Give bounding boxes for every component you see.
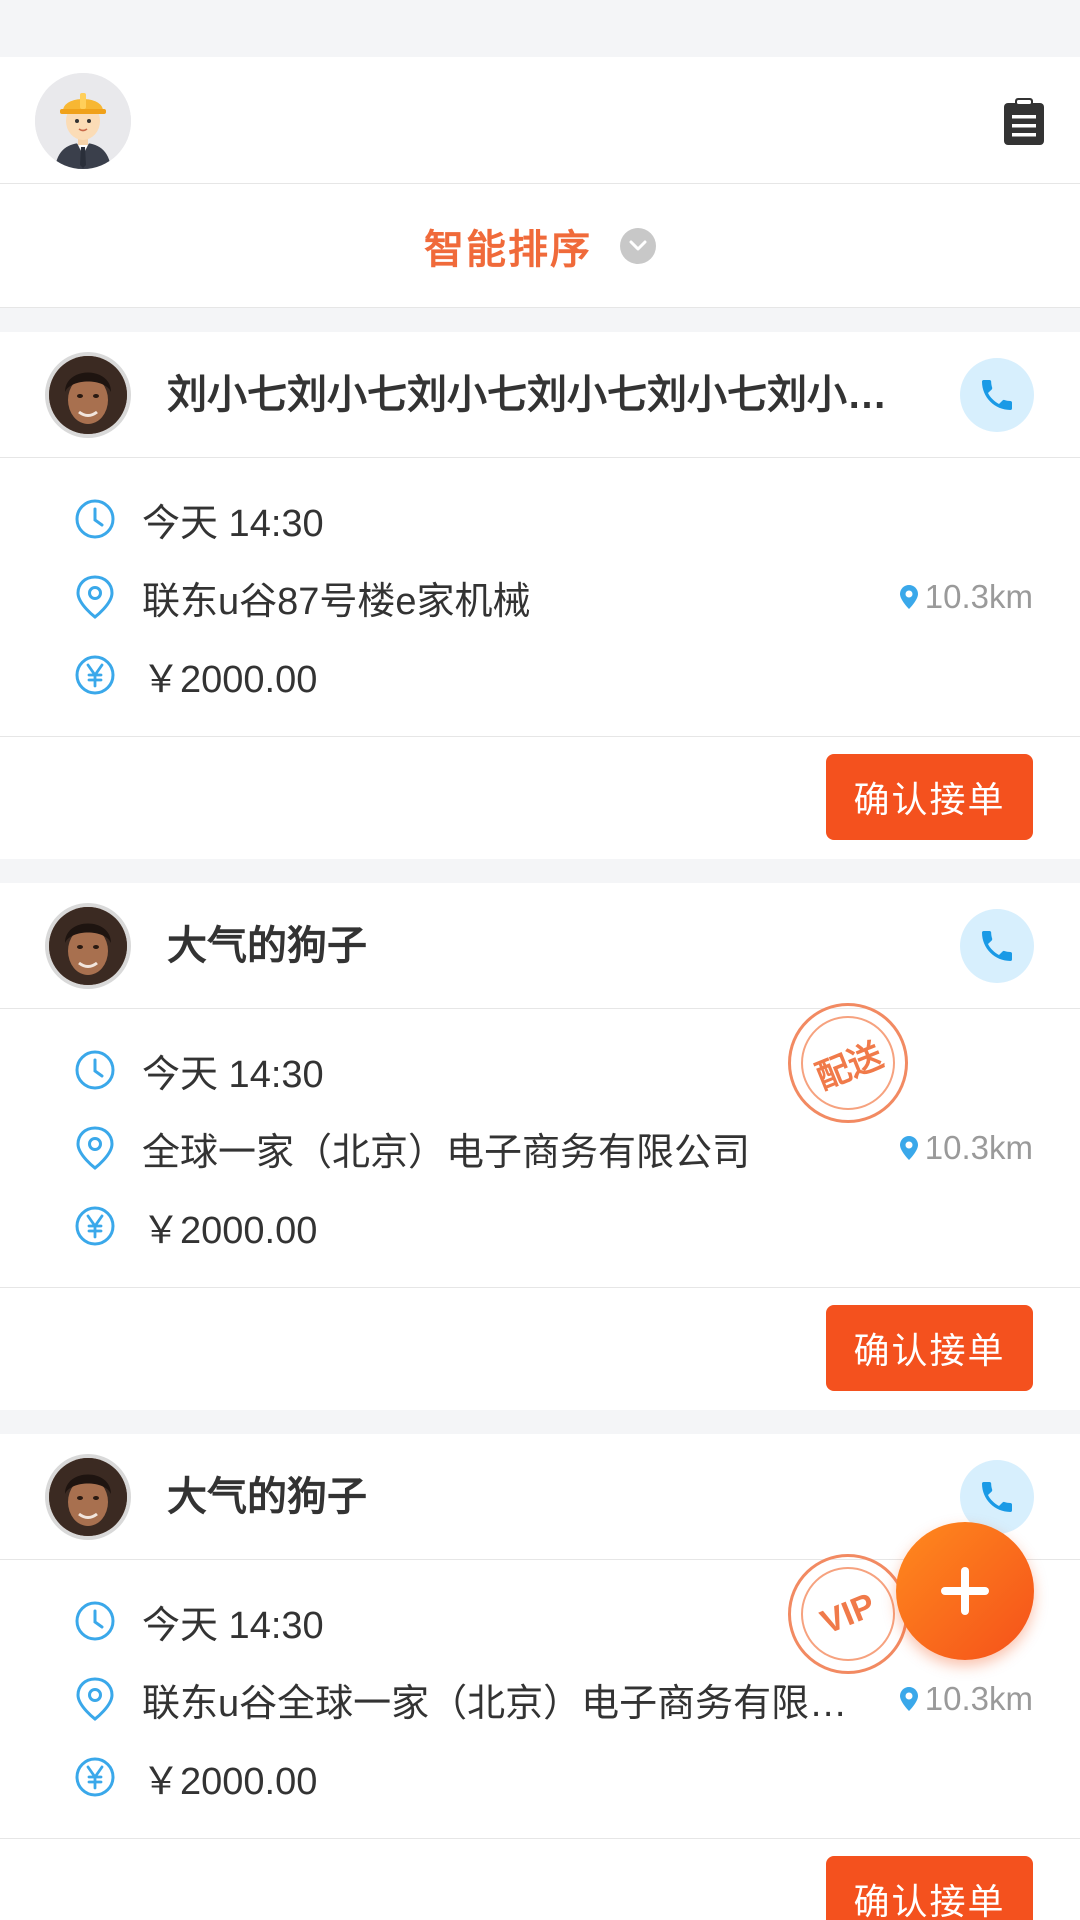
yuan-icon — [74, 1205, 116, 1247]
customer-avatar — [45, 903, 131, 989]
order-price-row: ￥2000.00 — [0, 636, 1080, 714]
location-icon — [74, 1677, 116, 1721]
phone-icon — [982, 931, 1012, 961]
order-address-row: 联东u谷全球一家（北京）电子商务有限公司 10.3km — [0, 1660, 1080, 1738]
order-time: 今天 14:30 — [142, 502, 324, 545]
pin-icon — [899, 1687, 918, 1711]
clipboard-icon[interactable] — [1002, 97, 1046, 147]
order-list: 刘小七刘小七刘小七刘小七刘小七刘小七刘小七刘小七 今天 14:30 联东u谷87… — [0, 308, 1080, 1920]
order-address-row: 联东u谷87号楼e家机械 10.3km — [0, 558, 1080, 636]
order-address-row: 全球一家（北京）电子商务有限公司 10.3km — [0, 1109, 1080, 1187]
distance-value: 10.3km — [924, 1680, 1033, 1717]
order-card: 刘小七刘小七刘小七刘小七刘小七刘小七刘小七刘小七 今天 14:30 联东u谷87… — [0, 332, 1080, 859]
customer-name: 大气的狗子 — [167, 1475, 367, 1519]
confirm-order-button[interactable]: 确认接单 — [826, 754, 1033, 840]
distance-value: 10.3km — [924, 1129, 1033, 1166]
order-card-footer: 确认接单 — [0, 737, 1080, 859]
order-distance: 10.3km — [899, 578, 1033, 616]
phone-icon — [982, 380, 1012, 410]
order-card: 大气的狗子 今天 14:30 全球一家（北京）电子商务有限公司 10.3km ￥… — [0, 883, 1080, 1410]
customer-name: 刘小七刘小七刘小七刘小七刘小七刘小七刘小七刘小七 — [167, 373, 907, 417]
order-distance: 10.3km — [899, 1129, 1033, 1167]
top-bar — [0, 57, 1080, 184]
order-address: 联东u谷87号楼e家机械 — [142, 580, 531, 623]
call-button[interactable] — [960, 358, 1034, 432]
confirm-order-button[interactable]: 确认接单 — [826, 1856, 1033, 1920]
order-card-footer: 确认接单 — [0, 1839, 1080, 1920]
status-bar — [0, 0, 1080, 57]
phone-icon — [982, 1482, 1012, 1512]
order-card-footer: 确认接单 — [0, 1288, 1080, 1410]
order-address: 全球一家（北京）电子商务有限公司 — [142, 1131, 751, 1174]
customer-avatar — [45, 1454, 131, 1540]
distance-value: 10.3km — [924, 578, 1033, 615]
order-card: 大气的狗子 今天 14:30 联东u谷全球一家（北京）电子商务有限公司 10.3… — [0, 1434, 1080, 1920]
customer-avatar — [45, 352, 131, 438]
order-card-body: 今天 14:30 全球一家（北京）电子商务有限公司 10.3km ￥2000.0… — [0, 1009, 1080, 1288]
location-icon — [74, 575, 116, 619]
customer-name: 大气的狗子 — [167, 924, 367, 968]
order-distance: 10.3km — [899, 1680, 1033, 1718]
order-card-header: 大气的狗子 — [0, 883, 1080, 1009]
clock-icon — [74, 498, 116, 540]
clock-icon — [74, 1600, 116, 1642]
chevron-down-icon — [620, 227, 656, 264]
add-order-button[interactable] — [896, 1522, 1034, 1660]
order-time-row: 今天 14:30 — [0, 1031, 1080, 1109]
worker-avatar-icon[interactable] — [35, 73, 131, 169]
order-price-row: ￥2000.00 — [0, 1187, 1080, 1265]
pin-icon — [899, 585, 918, 609]
confirm-order-button[interactable]: 确认接单 — [826, 1305, 1033, 1391]
order-card-header: 刘小七刘小七刘小七刘小七刘小七刘小七刘小七刘小七 — [0, 332, 1080, 458]
location-icon — [74, 1126, 116, 1170]
order-address: 联东u谷全球一家（北京）电子商务有限公司 — [142, 1682, 852, 1725]
order-time-row: 今天 14:30 — [0, 480, 1080, 558]
order-price: ￥2000.00 — [142, 658, 318, 701]
pin-icon — [899, 1136, 918, 1160]
order-card-body: 今天 14:30 联东u谷87号楼e家机械 10.3km ￥2000.00 — [0, 458, 1080, 737]
order-price: ￥2000.00 — [142, 1209, 318, 1252]
order-time: 今天 14:30 — [142, 1604, 324, 1647]
order-price: ￥2000.00 — [142, 1760, 318, 1803]
sort-label: 智能排序 — [424, 227, 592, 272]
clock-icon — [74, 1049, 116, 1091]
yuan-icon — [74, 1756, 116, 1798]
call-button[interactable] — [960, 909, 1034, 983]
plus-icon — [941, 1567, 989, 1615]
order-price-row: ￥2000.00 — [0, 1738, 1080, 1816]
yuan-icon — [74, 654, 116, 696]
order-time: 今天 14:30 — [142, 1053, 324, 1096]
sort-selector[interactable]: 智能排序 — [0, 184, 1080, 308]
